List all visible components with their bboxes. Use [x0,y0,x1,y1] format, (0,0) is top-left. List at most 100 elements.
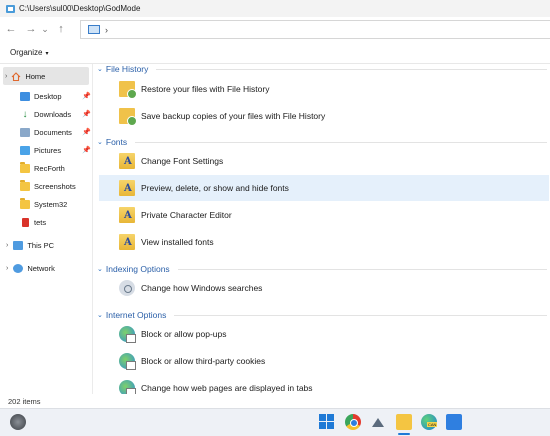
sidebar-item-network[interactable]: › Network [3,259,89,277]
recent-locations-chevron-icon[interactable]: ⌄ [40,20,50,38]
folder-window-icon [6,4,15,13]
item-label: Block or allow third-party cookies [141,356,266,366]
chrome-icon[interactable] [345,414,361,430]
divider [135,141,547,143]
category-header-file-history[interactable]: ⌄ File History [97,64,547,76]
command-bar: Organize ▾ [0,42,550,64]
collapse-chevron-icon[interactable]: ⌄ [97,265,103,273]
window-title: C:\Users\sul00\Desktop\GodMode [19,4,141,13]
sidebar-item-label: Desktop [34,91,62,101]
documents-icon [20,127,30,137]
divider [156,68,547,70]
start-icon[interactable] [10,414,26,430]
category-title: File History [105,64,149,74]
fonts-folder-icon: A [119,207,135,223]
items-view: ⌄ File History Restore your files with F… [93,64,550,394]
pc-icon [13,240,24,250]
collapse-chevron-icon[interactable]: ⌄ [97,138,103,146]
sidebar-item-recforth[interactable]: RecForth [20,159,92,177]
category-header-indexing-options[interactable]: ⌄ Indexing Options [97,262,547,276]
fonts-folder-icon: A [119,180,135,196]
list-item[interactable]: Restore your files with File History [99,76,549,102]
sidebar-item-label: Pictures [34,145,62,155]
sidebar-item-this-pc[interactable]: › This PC [3,236,89,254]
collapse-chevron-icon[interactable]: ⌄ [97,65,103,73]
divider [174,314,547,316]
item-label: View installed fonts [141,237,214,247]
expand-chevron-icon[interactable]: › [5,73,7,80]
breadcrumb-chevron-icon[interactable]: › [105,25,108,35]
file-history-icon [119,108,137,126]
internet-options-icon [119,353,136,370]
pin-icon[interactable]: 📌 [82,146,91,154]
item-label: Block or allow pop-ups [141,329,227,339]
expand-chevron-icon[interactable]: › [6,265,8,272]
organize-label: Organize [10,48,43,57]
list-item[interactable]: A View installed fonts [99,229,549,255]
pin-icon[interactable]: 📌 [82,92,91,100]
folder-icon [20,197,30,209]
sidebar-item-documents[interactable]: Documents 📌 [20,123,92,141]
sidebar-item-downloads[interactable]: ↓ Downloads 📌 [20,105,92,123]
folder-icon [20,179,30,191]
mountain-app-icon[interactable] [370,414,386,430]
sidebar-item-label: This PC [27,240,55,250]
sidebar-item-desktop[interactable]: Desktop 📌 [20,87,92,105]
sidebar-item-system32[interactable]: System32 [20,195,92,213]
list-item[interactable]: Block or allow pop-ups [99,321,549,347]
edge-canary-icon[interactable] [421,414,438,430]
divider [177,268,547,270]
sidebar-item-label: Network [27,263,55,273]
fonts-folder-icon: A [119,234,135,250]
sidebar-item-label: Downloads [34,109,72,119]
list-item[interactable]: A Private Character Editor [99,202,549,228]
folder-icon [20,161,30,173]
forward-arrow-icon[interactable]: → [22,20,40,38]
sidebar-item-screenshots[interactable]: Screenshots [20,177,92,195]
chevron-down-icon: ▾ [45,51,49,57]
store-icon[interactable] [446,414,462,430]
category-title: Internet Options [105,310,167,320]
list-item[interactable]: Change how web pages are displayed in ta… [99,375,549,394]
list-item-selected[interactable]: A Preview, delete, or show and hide font… [99,175,549,201]
item-label: Preview, delete, or show and hide fonts [141,183,289,193]
indexing-icon [119,280,135,296]
pin-icon[interactable]: 📌 [82,110,91,118]
taskbar [0,408,550,436]
sidebar-item-pictures[interactable]: Pictures 📌 [20,141,92,159]
list-item[interactable]: Save backup copies of your files with Fi… [99,103,549,129]
expand-chevron-icon[interactable]: › [6,242,8,249]
address-bar[interactable]: › [80,20,550,39]
sidebar-item-label: Screenshots [34,181,76,191]
organize-button[interactable]: Organize ▾ [10,48,48,57]
item-label: Private Character Editor [141,210,232,220]
item-count: 202 items [8,397,41,406]
network-icon [13,263,24,273]
home-icon [11,71,21,81]
file-explorer-icon[interactable] [396,414,412,430]
fonts-folder-icon: A [119,153,135,169]
item-label: Change how web pages are displayed in ta… [141,383,313,393]
category-title: Indexing Options [105,264,170,274]
desktop-folder-icon [20,91,30,101]
list-item[interactable]: A Change Font Settings [99,148,549,174]
category-header-internet-options[interactable]: ⌄ Internet Options [97,308,547,322]
title-bar: C:\Users\sul00\Desktop\GodMode [0,0,550,18]
list-item[interactable]: Block or allow third-party cookies [99,348,549,374]
pin-icon[interactable]: 📌 [82,128,91,136]
category-title: Fonts [105,137,128,147]
sidebar-item-label: System32 [34,199,68,209]
navigation-bar: ← → ⌄ ↑ › [0,17,550,41]
internet-options-icon [119,326,136,343]
item-label: Save backup copies of your files with Fi… [141,111,326,121]
list-item[interactable]: Change how Windows searches [99,275,549,301]
category-header-fonts[interactable]: ⌄ Fonts [97,135,547,149]
up-arrow-icon[interactable]: ↑ [52,20,70,38]
windows-icon[interactable] [319,414,335,430]
sidebar-item-home[interactable]: › Home [3,67,89,85]
back-arrow-icon[interactable]: ← [2,20,20,38]
sidebar-item-label: RecForth [34,163,65,173]
sidebar-item-tets[interactable]: tets [20,213,92,231]
collapse-chevron-icon[interactable]: ⌄ [97,311,103,319]
downloads-icon: ↓ [22,108,28,120]
